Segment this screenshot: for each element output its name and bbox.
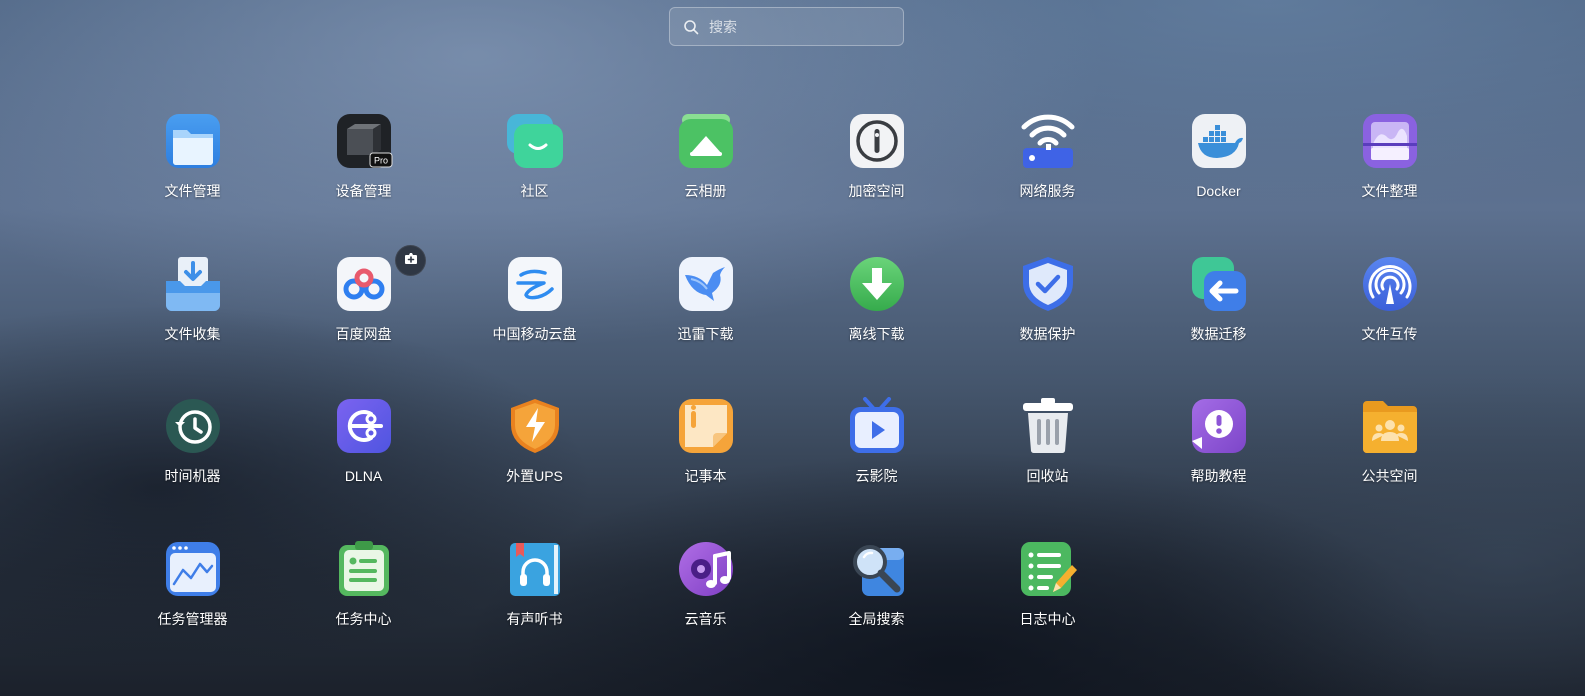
trash-icon bbox=[1019, 397, 1077, 455]
audiobook-icon bbox=[506, 540, 564, 598]
time-machine-icon bbox=[164, 397, 222, 455]
app-label: 有声听书 bbox=[506, 610, 563, 627]
encrypted-lock-icon bbox=[848, 112, 906, 170]
device-pro-icon: Pro bbox=[335, 112, 393, 170]
app-file-manager[interactable]: 文件管理 bbox=[107, 112, 278, 255]
app-device-manager[interactable]: Pro 设备管理 bbox=[278, 112, 449, 255]
app-file-collect[interactable]: 文件收集 bbox=[107, 255, 278, 398]
pro-badge-text: Pro bbox=[373, 156, 387, 166]
app-external-ups[interactable]: 外置UPS bbox=[449, 397, 620, 540]
app-label: 外置UPS bbox=[506, 468, 563, 484]
folder-icon bbox=[164, 112, 222, 170]
app-label: 百度网盘 bbox=[335, 325, 392, 342]
app-label: 中国移动云盘 bbox=[492, 325, 577, 342]
airdrop-icon bbox=[1361, 255, 1419, 313]
app-audiobook[interactable]: 有声听书 bbox=[449, 540, 620, 683]
app-label: DLNA bbox=[344, 468, 383, 484]
app-label: 全局搜索 bbox=[848, 610, 905, 627]
app-label: 公共空间 bbox=[1361, 468, 1418, 484]
app-label: 文件收集 bbox=[164, 325, 221, 342]
shield-check-icon bbox=[1019, 255, 1077, 313]
app-global-search[interactable]: 全局搜索 bbox=[791, 540, 962, 683]
app-label: 记事本 bbox=[684, 468, 727, 484]
ups-lightning-icon bbox=[506, 397, 564, 455]
app-label: 云影院 bbox=[855, 468, 898, 484]
app-label: 日志中心 bbox=[1019, 610, 1076, 627]
docker-whale-icon bbox=[1190, 112, 1248, 170]
app-cloud-music[interactable]: 云音乐 bbox=[620, 540, 791, 683]
app-docker[interactable]: Docker bbox=[1133, 112, 1304, 255]
china-mobile-cloud-icon bbox=[506, 255, 564, 313]
file-organize-icon bbox=[1361, 112, 1419, 170]
log-center-icon bbox=[1019, 540, 1077, 598]
app-label: 迅雷下载 bbox=[677, 325, 734, 342]
app-label: 任务管理器 bbox=[157, 610, 228, 627]
task-center-icon bbox=[335, 540, 393, 598]
photo-album-icon bbox=[677, 112, 735, 170]
app-label: 网络服务 bbox=[1019, 183, 1076, 199]
app-baidu-netdisk[interactable]: 百度网盘 bbox=[278, 255, 449, 398]
dlna-icon bbox=[335, 397, 393, 455]
task-manager-icon bbox=[164, 540, 222, 598]
app-label: 任务中心 bbox=[335, 610, 392, 627]
app-offline-download[interactable]: 离线下载 bbox=[791, 255, 962, 398]
app-public-space[interactable]: 公共空间 bbox=[1304, 397, 1475, 540]
app-label: 加密空间 bbox=[848, 183, 905, 199]
app-label: 设备管理 bbox=[335, 183, 392, 199]
app-task-center[interactable]: 任务中心 bbox=[278, 540, 449, 683]
app-community[interactable]: 社区 bbox=[449, 112, 620, 255]
app-label: 文件整理 bbox=[1361, 183, 1418, 199]
app-label: 文件互传 bbox=[1361, 325, 1418, 342]
offline-download-icon bbox=[848, 255, 906, 313]
search-icon bbox=[683, 19, 699, 35]
app-label: 云相册 bbox=[684, 183, 727, 199]
app-notepad[interactable]: 记事本 bbox=[620, 397, 791, 540]
app-log-center[interactable]: 日志中心 bbox=[962, 540, 1133, 683]
app-time-machine[interactable]: 时间机器 bbox=[107, 397, 278, 540]
app-label: 回收站 bbox=[1026, 468, 1069, 484]
baidu-netdisk-icon bbox=[335, 255, 393, 313]
help-tutorial-icon bbox=[1190, 397, 1248, 455]
app-network-service[interactable]: 网络服务 bbox=[962, 112, 1133, 255]
public-folder-icon bbox=[1361, 397, 1419, 455]
app-task-manager[interactable]: 任务管理器 bbox=[107, 540, 278, 683]
app-label: 社区 bbox=[520, 183, 549, 199]
search-bar[interactable] bbox=[669, 7, 904, 46]
app-thunder-download[interactable]: 迅雷下载 bbox=[620, 255, 791, 398]
notepad-icon bbox=[677, 397, 735, 455]
app-china-mobile-cloud[interactable]: 中国移动云盘 bbox=[449, 255, 620, 398]
app-grid: 文件管理 Pro 设备管理 社区 云相册 加密空间 网络服务 Docker 文件… bbox=[107, 112, 1475, 682]
cloud-cinema-tv-icon bbox=[848, 397, 906, 455]
cloud-music-icon bbox=[677, 540, 735, 598]
app-file-transfer[interactable]: 文件互传 bbox=[1304, 255, 1475, 398]
add-plus-icon bbox=[403, 250, 419, 271]
wifi-router-icon bbox=[1019, 112, 1077, 170]
thunder-bird-icon bbox=[677, 255, 735, 313]
app-label: 时间机器 bbox=[164, 468, 221, 484]
app-label: 数据迁移 bbox=[1190, 325, 1247, 342]
community-chat-icon bbox=[506, 112, 564, 170]
file-collect-icon bbox=[164, 255, 222, 313]
app-label: 数据保护 bbox=[1019, 325, 1076, 342]
data-migrate-icon bbox=[1190, 255, 1248, 313]
app-file-organize[interactable]: 文件整理 bbox=[1304, 112, 1475, 255]
app-label: 离线下载 bbox=[848, 325, 905, 342]
app-dlna[interactable]: DLNA bbox=[278, 397, 449, 540]
search-input[interactable] bbox=[707, 17, 891, 36]
app-label: Docker bbox=[1196, 183, 1241, 199]
app-label: 文件管理 bbox=[164, 183, 221, 199]
global-search-icon bbox=[848, 540, 906, 598]
app-label: 云音乐 bbox=[684, 610, 727, 627]
app-label: 帮助教程 bbox=[1190, 468, 1247, 484]
app-data-migration[interactable]: 数据迁移 bbox=[1133, 255, 1304, 398]
app-encrypted-space[interactable]: 加密空间 bbox=[791, 112, 962, 255]
app-data-protection[interactable]: 数据保护 bbox=[962, 255, 1133, 398]
app-help-tutorial[interactable]: 帮助教程 bbox=[1133, 397, 1304, 540]
app-recycle-bin[interactable]: 回收站 bbox=[962, 397, 1133, 540]
app-cloud-cinema[interactable]: 云影院 bbox=[791, 397, 962, 540]
add-app-button[interactable] bbox=[395, 245, 426, 276]
app-cloud-album[interactable]: 云相册 bbox=[620, 112, 791, 255]
